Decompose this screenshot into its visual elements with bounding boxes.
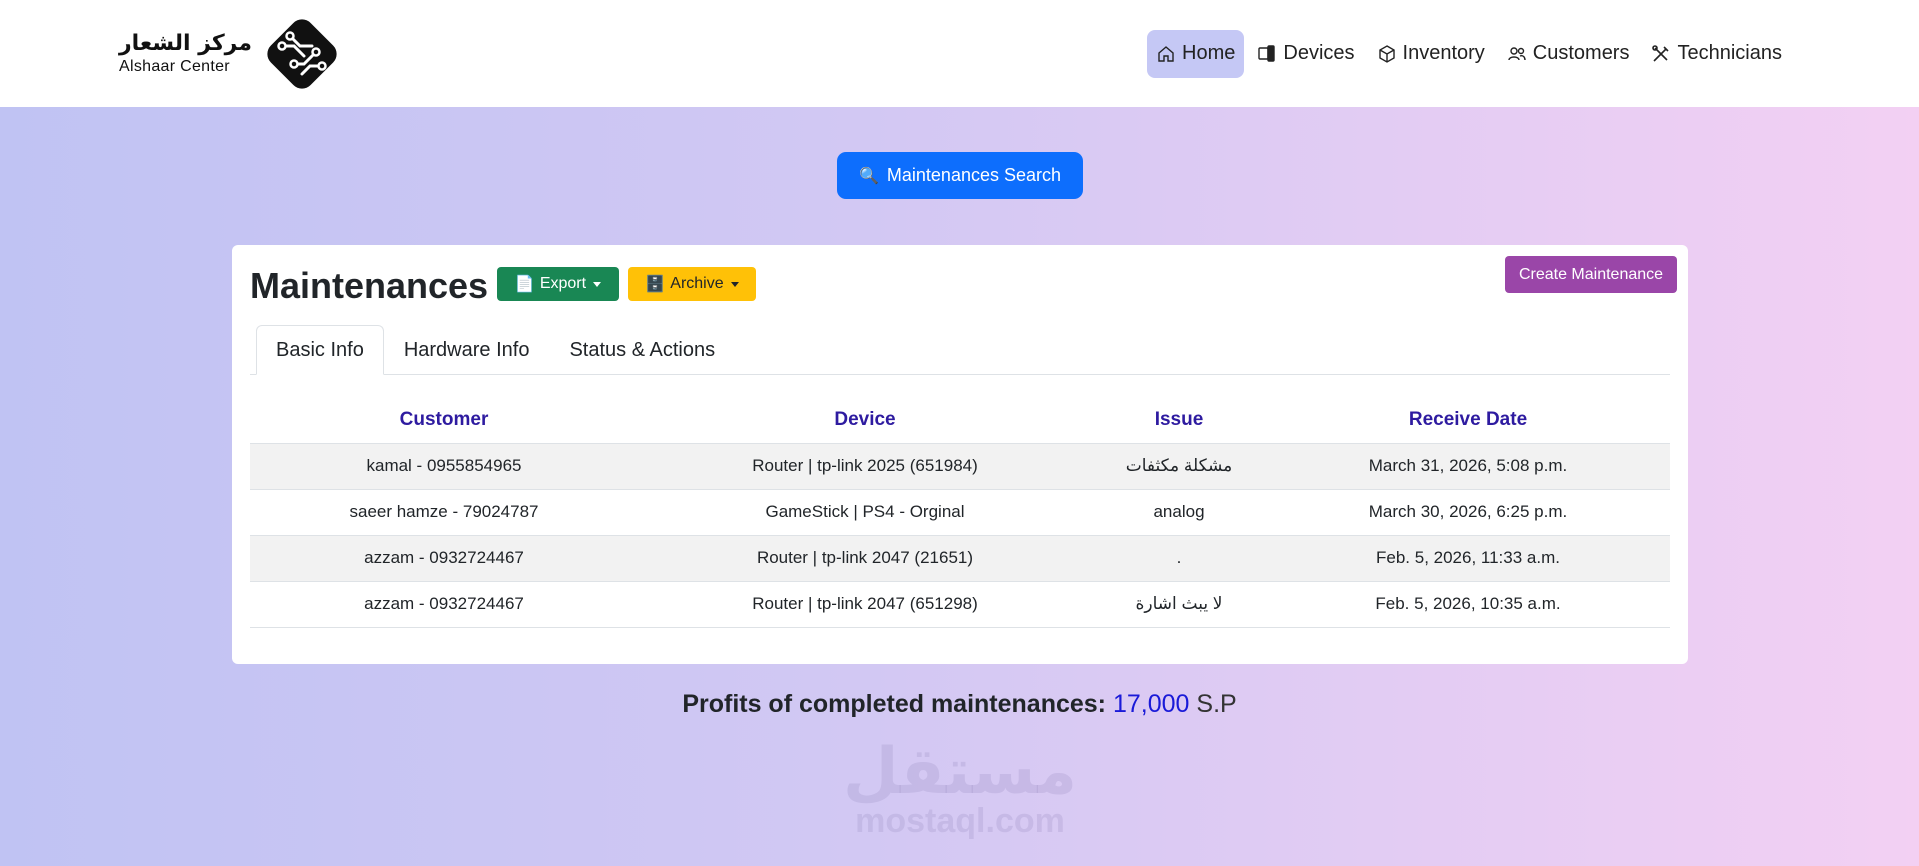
table-row[interactable]: azzam - 0932724467 Router | tp-link 2047… bbox=[250, 535, 1670, 582]
cell-receive-date: March 30, 2026, 6:25 p.m. bbox=[1266, 489, 1670, 536]
export-dropdown-button[interactable]: 📄 Export bbox=[497, 267, 619, 301]
top-navbar: مركز الشعار Alshaar Center Home Devices … bbox=[0, 0, 1919, 107]
circuit-logo-icon bbox=[267, 18, 337, 89]
logo-english-name: Alshaar Center bbox=[119, 57, 230, 75]
watermark-arabic: مستقل bbox=[842, 735, 1078, 809]
watermark-english: mostaql.com bbox=[855, 802, 1065, 840]
page-title: Maintenances bbox=[250, 265, 489, 306]
cell-device: Router | tp-link 2047 (651298) bbox=[638, 581, 1092, 628]
cell-customer: azzam - 0932724467 bbox=[250, 581, 638, 628]
table-row[interactable]: saeer hamze - 79024787 GameStick | PS4 -… bbox=[250, 489, 1670, 536]
table-row[interactable]: kamal - 0955854965 Router | tp-link 2025… bbox=[250, 443, 1670, 490]
cell-customer: saeer hamze - 79024787 bbox=[250, 489, 638, 536]
nav-inventory-label: Inventory bbox=[1402, 42, 1485, 64]
nav-customers-label: Customers bbox=[1532, 42, 1630, 64]
logo-arabic-name: مركز الشعار bbox=[119, 30, 252, 56]
cell-device: GameStick | PS4 - Orginal bbox=[638, 489, 1092, 536]
logo-text: مركز الشعار Alshaar Center bbox=[119, 30, 252, 75]
cell-issue: لا يبث اشارة bbox=[1092, 581, 1266, 628]
tools-icon bbox=[1652, 44, 1670, 62]
nav-devices-label: Devices bbox=[1283, 42, 1355, 64]
document-icon: 📄 bbox=[514, 276, 535, 293]
archive-box-icon: 🗄️ bbox=[645, 276, 666, 293]
main-nav: Home Devices Inventory Customers Technic… bbox=[1147, 29, 1791, 78]
cell-customer: azzam - 0932724467 bbox=[250, 535, 638, 582]
users-icon bbox=[1508, 46, 1526, 60]
maintenances-table: Customer Device Issue Receive Date kamal… bbox=[250, 397, 1670, 628]
nav-home[interactable]: Home bbox=[1147, 29, 1245, 78]
nav-devices[interactable]: Devices bbox=[1248, 30, 1363, 78]
home-icon bbox=[1158, 45, 1174, 62]
brand-logo[interactable]: مركز الشعار Alshaar Center bbox=[119, 12, 344, 96]
nav-home-label: Home bbox=[1182, 42, 1236, 64]
maintenances-search-button[interactable]: 🔍 Maintenances Search bbox=[837, 152, 1083, 199]
profits-currency: S.P bbox=[1196, 690, 1237, 718]
box-icon bbox=[1378, 44, 1395, 63]
table-row[interactable]: azzam - 0932724467 Router | tp-link 2047… bbox=[250, 581, 1670, 628]
cell-receive-date: Feb. 5, 2026, 11:33 a.m. bbox=[1266, 535, 1670, 582]
maintenances-card: Maintenances 📄 Export 🗄️ Archive Create … bbox=[232, 245, 1688, 664]
cell-device: Router | tp-link 2025 (651984) bbox=[638, 443, 1092, 490]
nav-technicians-label: Technicians bbox=[1677, 42, 1782, 64]
tab-hardware-info[interactable]: Hardware Info bbox=[384, 325, 550, 375]
info-tabs: Basic Info Hardware Info Status & Action… bbox=[250, 325, 1670, 375]
nav-technicians[interactable]: Technicians bbox=[1642, 30, 1791, 78]
cell-issue: . bbox=[1092, 535, 1266, 582]
cell-receive-date: March 31, 2026, 5:08 p.m. bbox=[1266, 443, 1670, 490]
archive-label: Archive bbox=[670, 275, 724, 292]
export-label: Export bbox=[539, 275, 587, 292]
devices-icon bbox=[1258, 44, 1276, 62]
table-header-row: Customer Device Issue Receive Date bbox=[250, 397, 1670, 444]
chevron-down-icon bbox=[730, 281, 739, 287]
search-button-label: Maintenances Search bbox=[886, 165, 1062, 185]
column-header-issue: Issue bbox=[1092, 397, 1266, 444]
column-header-customer: Customer bbox=[250, 397, 638, 444]
cell-device: Router | tp-link 2047 (21651) bbox=[638, 535, 1092, 582]
profits-amount: 17,000 bbox=[1112, 690, 1190, 718]
archive-dropdown-button[interactable]: 🗄️ Archive bbox=[628, 267, 756, 301]
cell-customer: kamal - 0955854965 bbox=[250, 443, 638, 490]
watermark: مستقل mostaql.com bbox=[840, 740, 1080, 838]
tab-status-actions[interactable]: Status & Actions bbox=[549, 325, 735, 375]
chevron-down-icon bbox=[593, 281, 602, 287]
create-maintenance-button[interactable]: Create Maintenance bbox=[1505, 256, 1677, 293]
column-header-receive-date: Receive Date bbox=[1266, 397, 1670, 444]
nav-customers[interactable]: Customers bbox=[1498, 30, 1639, 78]
search-icon: 🔍 bbox=[858, 167, 879, 185]
profits-label: Profits of completed maintenances: bbox=[682, 690, 1107, 718]
column-header-device: Device bbox=[638, 397, 1092, 444]
tab-basic-info[interactable]: Basic Info bbox=[256, 325, 384, 375]
cell-issue: analog bbox=[1092, 489, 1266, 536]
cell-issue: مشكلة مكثفات bbox=[1092, 443, 1266, 490]
cell-receive-date: Feb. 5, 2026, 10:35 a.m. bbox=[1266, 581, 1670, 628]
profits-summary: Profits of completed maintenances: 17,00… bbox=[0, 690, 1919, 719]
nav-inventory[interactable]: Inventory bbox=[1368, 30, 1494, 78]
